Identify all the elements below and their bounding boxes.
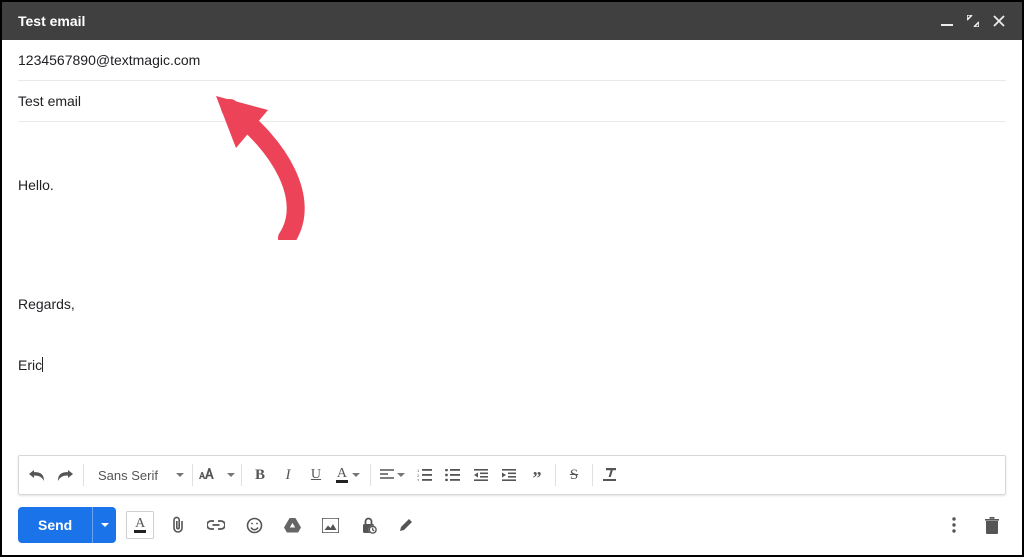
formatting-toolbar: Sans Serif B I U A 123 bbox=[18, 455, 1006, 495]
more-options-icon[interactable] bbox=[940, 511, 968, 539]
separator bbox=[241, 464, 242, 486]
minimize-icon[interactable] bbox=[936, 10, 958, 32]
indent-less-icon[interactable] bbox=[467, 461, 495, 489]
separator bbox=[370, 464, 371, 486]
confidential-mode-icon[interactable] bbox=[354, 511, 382, 539]
send-button[interactable]: Send bbox=[18, 507, 92, 543]
titlebar: Test email bbox=[2, 2, 1022, 40]
insert-signature-icon[interactable] bbox=[392, 511, 420, 539]
text-caret bbox=[42, 357, 43, 372]
send-button-group: Send bbox=[18, 507, 116, 543]
chevron-down-icon bbox=[227, 473, 235, 477]
chevron-down-icon bbox=[352, 473, 360, 477]
recipient-value: 1234567890@textmagic.com bbox=[18, 52, 200, 68]
separator bbox=[555, 464, 556, 486]
subject-value: Test email bbox=[18, 93, 81, 109]
italic-icon[interactable]: I bbox=[274, 461, 302, 489]
compose-window: Test email 1234567890@textmagic.com Test… bbox=[2, 2, 1022, 555]
remove-formatting-icon[interactable] bbox=[597, 461, 625, 489]
window-title: Test email bbox=[18, 13, 932, 29]
insert-drive-icon[interactable] bbox=[278, 511, 306, 539]
chevron-down-icon bbox=[101, 523, 109, 527]
compose-content: 1234567890@textmagic.com Test email Hell… bbox=[2, 40, 1022, 455]
chevron-down-icon bbox=[397, 473, 405, 477]
numbered-list-icon[interactable]: 123 bbox=[411, 461, 439, 489]
svg-text:3: 3 bbox=[417, 478, 420, 482]
attach-file-icon[interactable] bbox=[164, 511, 192, 539]
message-body[interactable]: Hello. Regards, Eric bbox=[18, 122, 1006, 455]
send-more-button[interactable] bbox=[92, 507, 116, 543]
separator bbox=[192, 464, 193, 486]
font-size-button[interactable] bbox=[197, 461, 237, 489]
align-button[interactable] bbox=[375, 461, 411, 489]
chevron-down-icon bbox=[176, 473, 184, 477]
text-color-button[interactable]: A bbox=[330, 461, 366, 489]
quote-icon[interactable]: ” bbox=[523, 461, 551, 489]
bottom-action-bar: Send A bbox=[2, 503, 1022, 555]
insert-emoji-icon[interactable] bbox=[240, 511, 268, 539]
insert-link-icon[interactable] bbox=[202, 511, 230, 539]
insert-photo-icon[interactable] bbox=[316, 511, 344, 539]
undo-icon[interactable] bbox=[23, 461, 51, 489]
strikethrough-icon[interactable]: S bbox=[560, 461, 588, 489]
indent-more-icon[interactable] bbox=[495, 461, 523, 489]
separator bbox=[83, 464, 84, 486]
subject-field[interactable]: Test email bbox=[18, 81, 1006, 122]
bold-icon[interactable]: B bbox=[246, 461, 274, 489]
recipient-field[interactable]: 1234567890@textmagic.com bbox=[18, 40, 1006, 81]
font-family-select[interactable]: Sans Serif bbox=[88, 461, 188, 489]
body-line: Regards, bbox=[18, 294, 1006, 314]
underline-icon[interactable]: U bbox=[302, 461, 330, 489]
redo-icon[interactable] bbox=[51, 461, 79, 489]
body-line: Hello. bbox=[18, 175, 1006, 195]
separator bbox=[592, 464, 593, 486]
close-icon[interactable] bbox=[988, 10, 1010, 32]
body-line: Eric bbox=[18, 357, 42, 373]
font-family-label: Sans Serif bbox=[98, 468, 158, 483]
discard-draft-icon[interactable] bbox=[978, 511, 1006, 539]
bulleted-list-icon[interactable] bbox=[439, 461, 467, 489]
expand-icon[interactable] bbox=[962, 10, 984, 32]
formatting-toggle-icon[interactable]: A bbox=[126, 511, 154, 539]
